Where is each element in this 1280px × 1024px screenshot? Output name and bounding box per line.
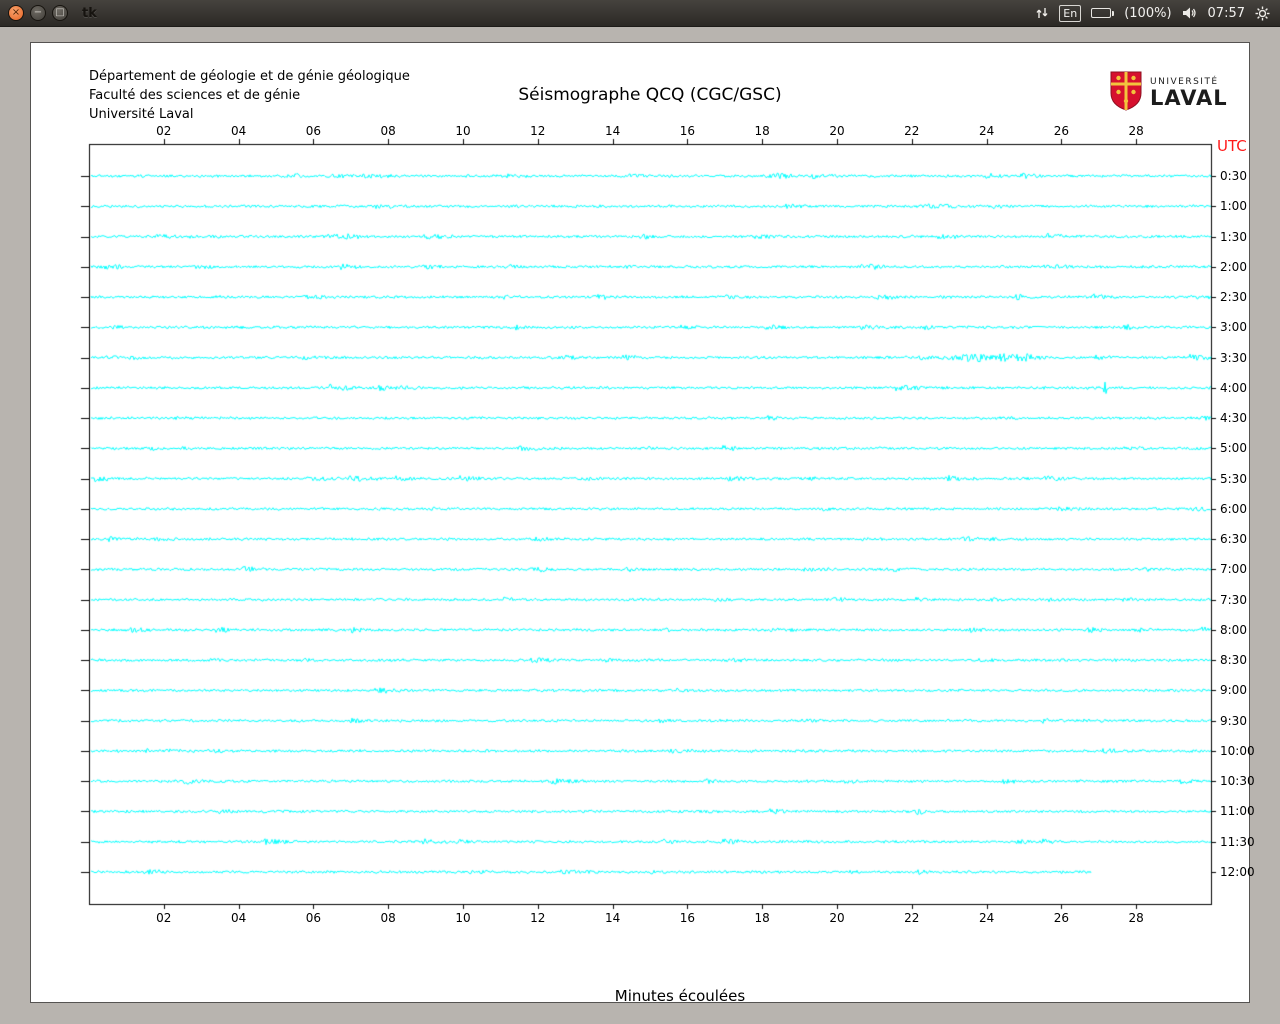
x-tick-label-top: 26 [1053,124,1070,138]
utc-row-label: 12:00 [1220,865,1255,879]
system-tray: En (100%) 07:57 [1035,4,1280,22]
x-tick-label-top: 16 [679,124,696,138]
utc-row-label: 8:30 [1220,653,1247,668]
keyboard-layout-indicator[interactable]: En [1059,4,1082,22]
x-tick-label-top: 18 [754,124,770,138]
x-tick-label-top: 24 [978,124,995,138]
x-tick-label-top: 08 [380,124,396,138]
utc-row-label: 2:30 [1220,290,1247,305]
utc-row-label: 7:30 [1220,592,1247,607]
session-gear-icon[interactable] [1255,6,1270,21]
x-tick-label-bottom: 22 [904,911,920,925]
utc-row-label: 11:00 [1220,804,1255,819]
utc-row-label: 6:00 [1220,501,1247,516]
laval-shield-icon [1109,71,1143,115]
desktop: × − □ tk En (100%) 07:57 Département de … [0,0,1280,1024]
volume-icon[interactable] [1182,6,1198,20]
laval-logo-bottom-text: LAVAL [1150,85,1228,110]
window-title: tk [82,5,97,21]
x-tick-label-bottom: 02 [156,911,172,925]
x-tick-label-bottom: 06 [305,911,322,925]
utc-row-label: 1:00 [1220,199,1247,214]
utc-row-label: 1:30 [1220,229,1247,244]
plot-title: Séismographe QCQ (CGC/GSC) [518,85,782,105]
seismograph-window: Département de géologie et de génie géol… [30,42,1255,1005]
utc-row-label: 4:30 [1220,411,1247,426]
x-tick-label-bottom: 16 [679,911,696,925]
x-tick-label-bottom: 10 [455,911,471,925]
x-tick-label-bottom: 26 [1053,911,1070,925]
utc-row-label: 5:00 [1220,441,1247,456]
x-tick-label-top: 06 [305,124,322,138]
x-tick-label-bottom: 04 [230,911,247,925]
x-tick-label-bottom: 20 [829,911,845,925]
x-tick-label-bottom: 18 [754,911,770,925]
seismogram-canvas [31,43,1251,1004]
x-tick-label-bottom: 12 [530,911,546,925]
utc-row-label: 2:00 [1220,259,1247,274]
battery-icon[interactable] [1091,8,1115,18]
utc-row-label: 11:30 [1220,834,1255,849]
utc-axis-header: UTC [1217,137,1247,155]
x-axis-title: Minutes écoulées [614,987,746,1005]
utc-row-label: 3:00 [1220,320,1247,335]
close-button[interactable]: × [8,5,24,21]
institution-line-1: Département de géologie et de génie géol… [89,69,410,84]
x-tick-label-bottom: 14 [604,911,621,925]
updown-arrows-icon[interactable] [1035,6,1049,20]
institution-line-3: Université Laval [89,107,194,122]
clock[interactable]: 07:57 [1208,6,1245,21]
laval-logo-text: UNIVERSITÉ LAVAL [1150,77,1228,110]
x-tick-label-top: 28 [1128,124,1144,138]
utc-row-label: 6:30 [1220,532,1247,547]
utc-row-label: 3:30 [1220,350,1247,365]
laval-logo: UNIVERSITÉ LAVAL [1109,71,1228,115]
maximize-button[interactable]: □ [52,5,68,21]
x-tick-label-top: 14 [604,124,621,138]
utc-row-label: 10:30 [1220,774,1255,789]
x-tick-label-top: 02 [156,124,172,138]
utc-row-label: 0:30 [1220,169,1247,183]
x-tick-label-bottom: 24 [978,911,995,925]
x-tick-label-bottom: 08 [380,911,396,925]
utc-row-label: 10:00 [1220,743,1255,758]
utc-row-label: 8:00 [1220,622,1247,637]
x-tick-label-top: 04 [230,124,247,138]
utc-row-label: 9:30 [1220,713,1247,728]
os-top-panel: × − □ tk En (100%) 07:57 [0,0,1280,27]
window-controls: × − □ [0,5,68,21]
x-tick-label-bottom: 28 [1128,911,1144,925]
x-tick-label-top: 12 [530,124,546,138]
x-tick-label-top: 20 [829,124,845,138]
utc-row-label: 5:30 [1220,471,1247,486]
utc-row-label: 7:00 [1220,562,1247,577]
utc-row-label: 4:00 [1220,380,1247,395]
battery-percent: (100%) [1124,5,1172,21]
x-tick-label-top: 22 [904,124,920,138]
minimize-button[interactable]: − [30,5,46,21]
x-tick-label-top: 10 [455,124,471,138]
utc-row-label: 9:00 [1220,683,1247,698]
